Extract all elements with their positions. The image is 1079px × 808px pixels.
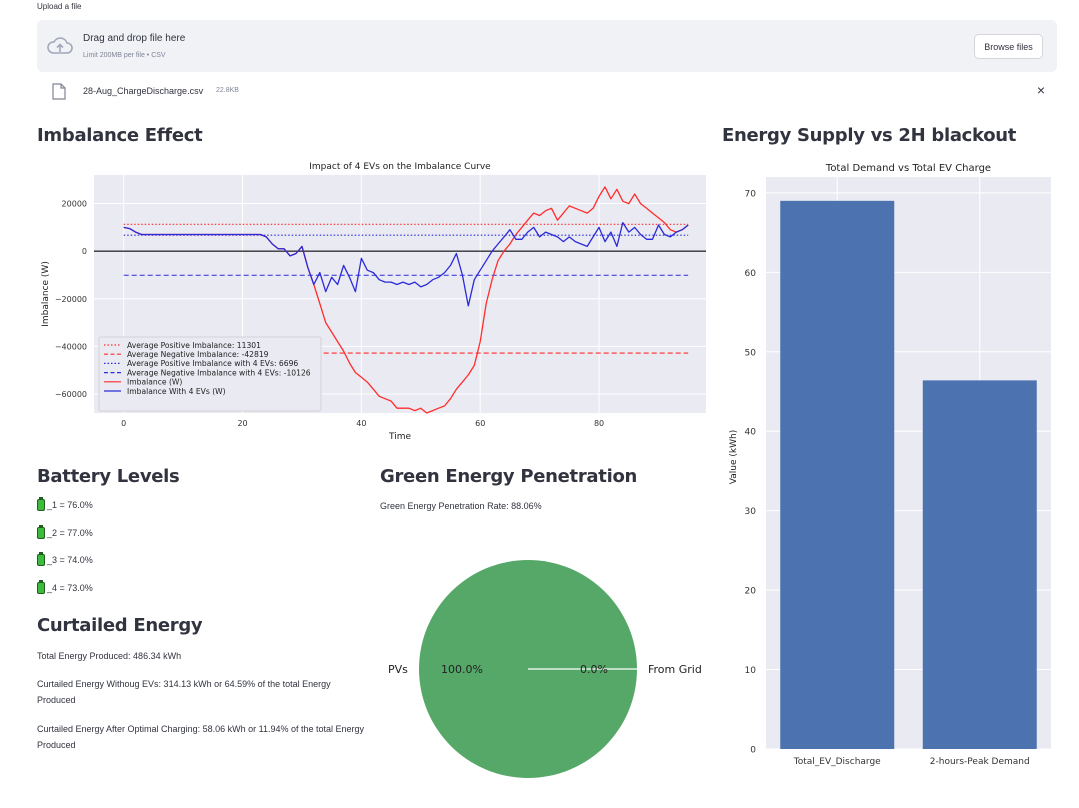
green-rate-text: Green Energy Penetration Rate: 88.06% [380,501,542,511]
battery-label: _1 = 76.0% [47,500,93,510]
legend-label: Average Negative Imbalance: -42819 [127,350,269,359]
y-tick-label: 30 [745,507,757,517]
y-tick-label: 20 [745,587,757,597]
curtailed-without-evs-text: Curtailed Energy Withoug EVs: 314.13 kWh… [37,679,331,705]
remove-file-icon[interactable]: × [1037,83,1045,97]
supply-bar-chart: Total Demand vs Total EV Charge 0 10 20 30 40… [729,163,1051,767]
browse-files-button[interactable]: Browse files [974,34,1043,59]
uploaded-file-row: 28-Aug_ChargeDischarge.csv 22.8KB × [37,80,1057,102]
battery-label: _3 = 74.0% [47,555,93,565]
x-tick-label: 60 [475,419,485,428]
total-energy-text: Total Energy Produced: 486.34 kWh [37,651,182,661]
y-tick-label: 60 [745,269,757,279]
imbalance-line-chart: Impact of 4 EVs on the Imbalance Curve 0 2… [41,162,706,442]
file-dropzone[interactable]: Drag and drop file here Limit 200MB per … [37,20,1057,72]
y-tick-label: −20000 [55,295,87,304]
battery-item: _1 = 76.0% [37,497,93,511]
file-size: 22.8KB [216,87,239,94]
battery-item: _3 = 74.0% [37,552,93,566]
bar [780,200,895,750]
dropzone-title: Drag and drop file here [83,33,186,44]
y-tick-label: 50 [745,348,757,358]
battery-icon [37,497,45,511]
y-tick-label: 0 [750,746,756,756]
battery-item: _4 = 73.0% [37,580,93,594]
legend-label: Average Positive Imbalance with 4 EVs: 6… [127,359,298,368]
pie-pct-label: 0.0% [580,663,608,676]
battery-item: _2 = 77.0% [37,525,93,539]
x-tick-label: 20 [237,419,247,428]
legend-label: Average Negative Imbalance with 4 EVs: -… [127,368,311,377]
pie-pct-label: 100.0% [441,663,483,676]
y-tick-label: 40 [745,428,757,438]
chart-title: Total Demand vs Total EV Charge [825,163,991,174]
x-tick-label: 80 [594,419,604,428]
battery-label: _4 = 73.0% [47,583,93,593]
x-tick-label: 40 [356,419,366,428]
y-axis-label: Imbalance (W) [41,261,51,327]
battery-label: _2 = 77.0% [47,528,93,538]
y-tick-label: −60000 [55,390,87,399]
legend-label: Imbalance With 4 EVs (W) [127,387,226,396]
y-tick-label: 70 [745,189,757,199]
upload-label: Upload a file [37,2,82,11]
green-heading: Green Energy Penetration [380,466,638,487]
dropzone-limit: Limit 200MB per file • CSV [83,52,166,59]
x-tick-label: 0 [121,419,126,428]
green-pie-chart: PVs From Grid 100.0% 0.0% [388,560,702,778]
bar [922,380,1037,749]
file-name: 28-Aug_ChargeDischarge.csv [83,86,204,96]
legend-label: Average Positive Imbalance: 11301 [127,341,261,350]
curtailed-heading: Curtailed Energy [37,615,203,636]
x-tick-label: Total_EV_Discharge [793,757,881,767]
y-tick-label: 0 [82,247,87,256]
pie-label: PVs [388,663,408,676]
x-axis-label: Time [388,432,411,442]
y-tick-label: 20000 [62,200,87,209]
battery-icon [37,552,45,566]
curtailed-after-optimal-text: Curtailed Energy After Optimal Charging:… [37,724,365,750]
file-icon [52,83,66,100]
battery-icon [37,525,45,539]
y-axis-label: Value (kWh) [729,430,739,484]
y-tick-label: −40000 [55,342,87,351]
x-tick-label: 2-hours-Peak Demand [930,757,1030,767]
battery-icon [37,580,45,594]
y-tick-label: 10 [745,666,757,676]
chart-title: Impact of 4 EVs on the Imbalance Curve [309,162,491,172]
cloud-upload-icon [47,37,73,54]
legend-label: Imbalance (W) [127,378,182,387]
supply-heading: Energy Supply vs 2H blackout [722,125,1017,146]
battery-heading: Battery Levels [37,466,180,487]
pie-label: From Grid [648,663,702,676]
imbalance-heading: Imbalance Effect [37,125,203,146]
